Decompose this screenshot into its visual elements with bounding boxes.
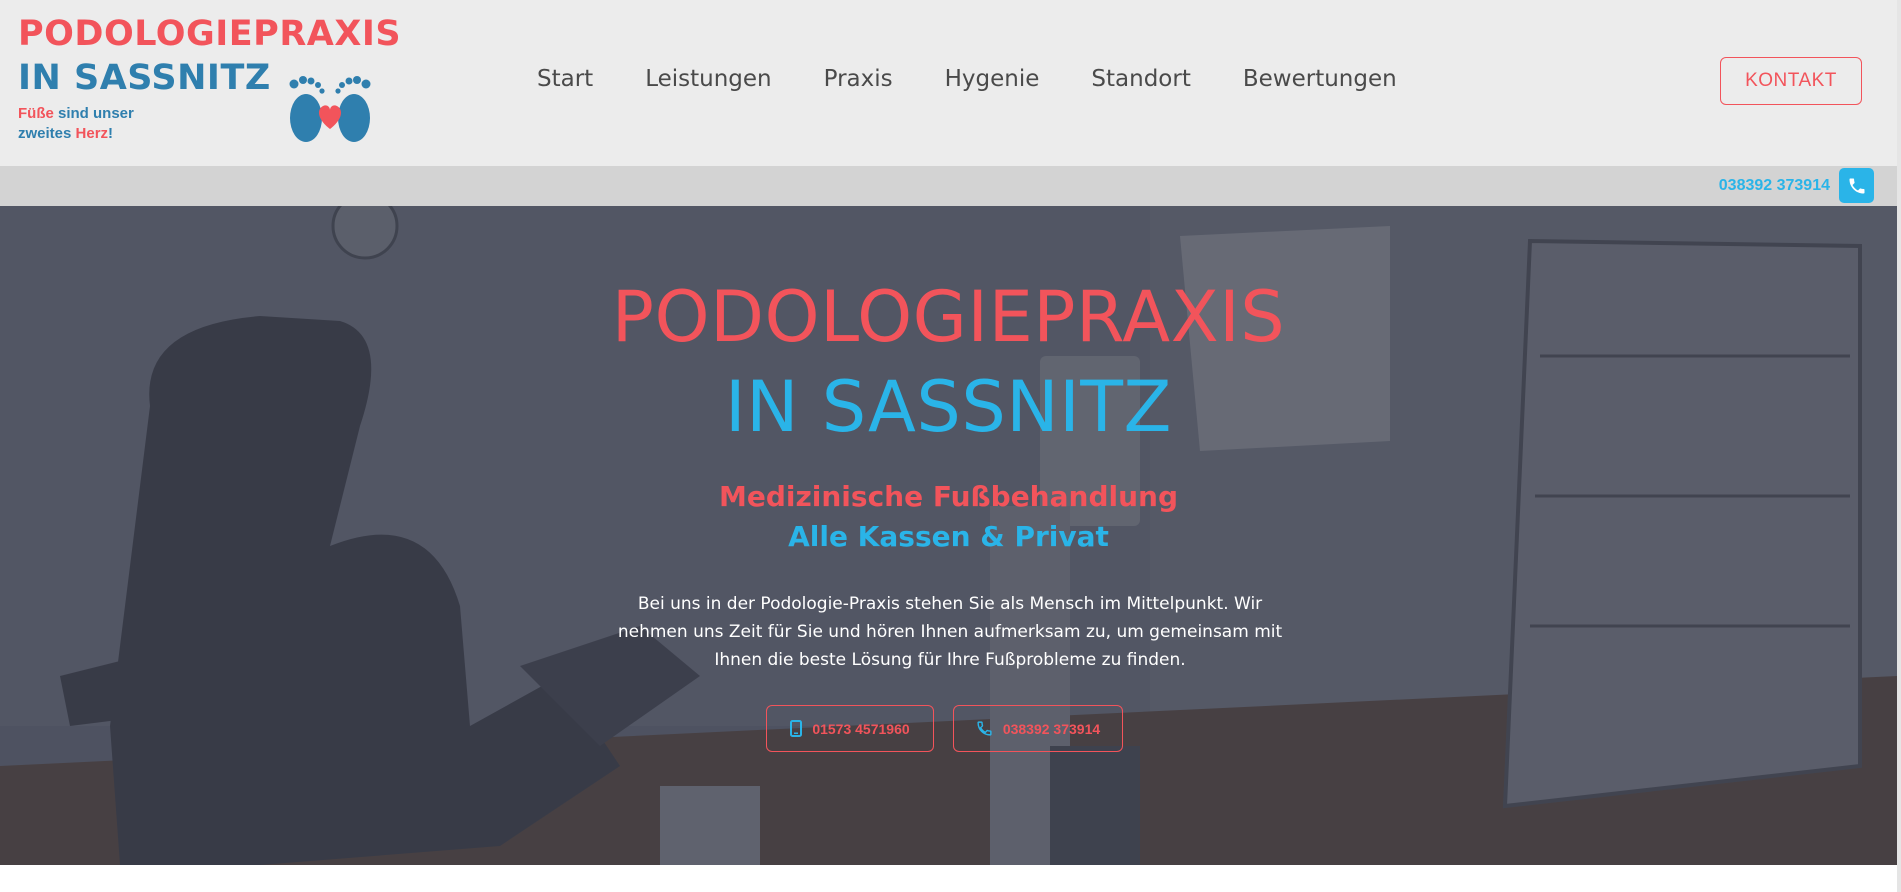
hero-title-line1: PODOLOGIEPRAXIS [611,276,1286,358]
phone-call-label: 038392 373914 [1002,720,1101,737]
mobile-icon [790,720,803,737]
hero-section: PODOLOGIEPRAXIS IN SASSNITZ Medizinische… [0,206,1897,865]
nav-item-praxis[interactable]: Praxis [824,66,893,92]
topbar-phone-button[interactable] [1839,168,1874,203]
logo-tagline: Füße sind unser zweites Herz! [18,105,134,142]
main-nav: Start Leistungen Praxis Hygenie Standort… [537,66,1449,92]
nav-item-standort[interactable]: Standort [1091,66,1190,92]
phone-icon [1849,178,1864,193]
phone-icon [977,721,992,736]
nav-item-start[interactable]: Start [537,66,593,92]
mobile-call-label: 01573 4571960 [812,720,910,737]
contact-bar: 038392 373914 [0,166,1897,206]
logo-line2: IN SASSNITZ [18,58,271,98]
nav-item-bewertungen[interactable]: Bewertungen [1243,66,1397,92]
logo-line1: PODOLOGIEPRAXIS [18,14,402,54]
feet-heart-icon [289,76,371,142]
site-header: PODOLOGIEPRAXIS IN SASSNITZ Füße sind un… [0,0,1897,166]
topbar-phone-link[interactable]: 038392 373914 [1719,177,1830,195]
phone-call-button[interactable]: 038392 373914 [953,705,1123,752]
nav-item-hygenie[interactable]: Hygenie [945,66,1040,92]
logo[interactable]: PODOLOGIEPRAXIS IN SASSNITZ Füße sind un… [18,14,402,149]
page-scrollbar[interactable] [1897,0,1901,892]
hero-subtitle-1: Medizinische Fußbehandlung [718,480,1178,513]
kontakt-button[interactable]: KONTAKT [1720,57,1862,105]
hero-subtitle-2: Alle Kassen & Privat [788,520,1109,553]
nav-item-leistungen[interactable]: Leistungen [645,66,771,92]
mobile-call-button[interactable]: 01573 4571960 [766,705,934,752]
hero-description: Bei uns in der Podologie-Praxis stehen S… [617,594,1283,670]
hero-title-line2: IN SASSNITZ [725,366,1172,448]
